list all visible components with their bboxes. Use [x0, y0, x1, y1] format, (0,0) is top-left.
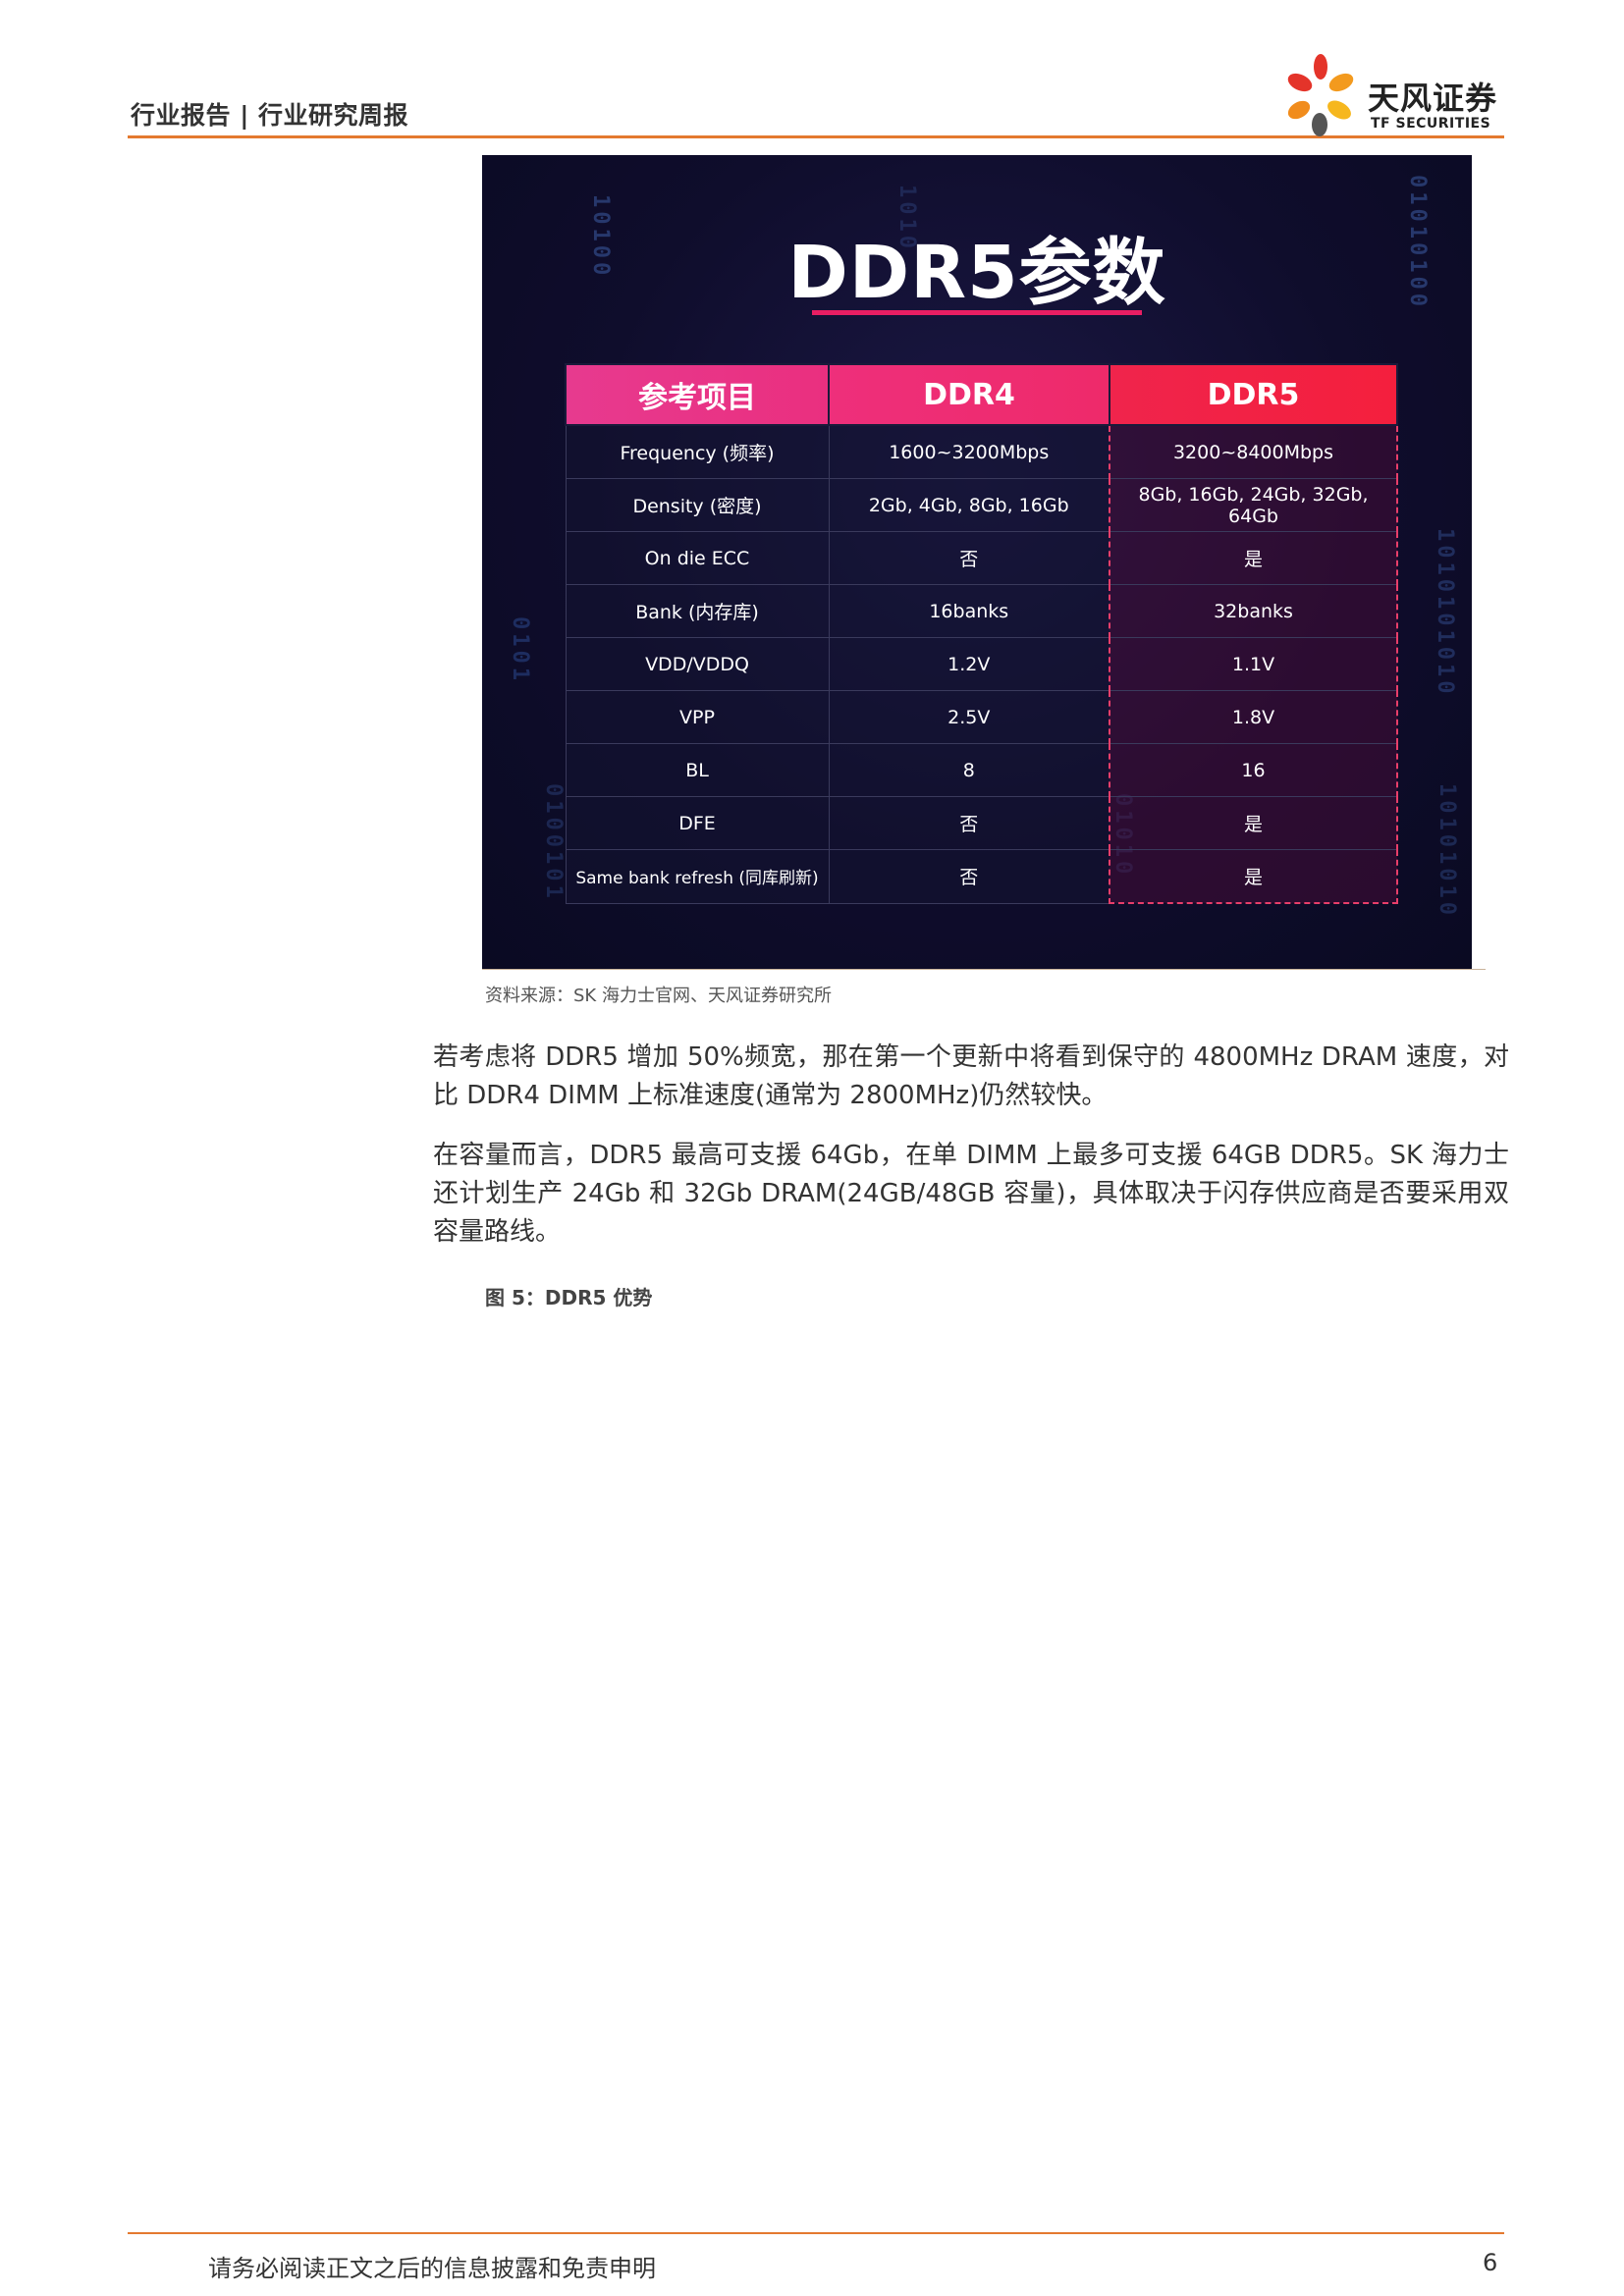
- ddr4-value: 否: [828, 849, 1110, 904]
- ddr5-value: 3200~8400Mbps: [1109, 424, 1398, 479]
- report-header: 行业报告 | 行业研究周报: [131, 101, 409, 130]
- table-row: DFE 否 是: [565, 796, 1398, 850]
- ddr5-value: 是: [1109, 796, 1398, 850]
- body-paragraph-2: 在容量而言，DDR5 最高可支援 64Gb，在单 DIMM 上最多可支援 64G…: [433, 1141, 1509, 1247]
- ddr5-parameters-figure: 10100 0101 01010100 1010101010 1010 0101…: [482, 155, 1472, 970]
- table-row: On die ECC 否 是: [565, 531, 1398, 585]
- page-number: 6: [1483, 2249, 1498, 2276]
- body-paragraph-1: 若考虑将 DDR5 增加 50%频宽，那在第一个更新中将看到保守的 4800MH…: [433, 1042, 1509, 1110]
- table-row: Bank (内存库) 16banks 32banks: [565, 584, 1398, 638]
- table-header-row: 参考项目 DDR4 DDR5: [565, 363, 1398, 426]
- company-logo: 天风证券 TF SECURITIES: [1276, 51, 1512, 139]
- table-row: Frequency (频率) 1600~3200Mbps 3200~8400Mb…: [565, 424, 1398, 479]
- figure-bottom-rule: [482, 969, 1486, 970]
- ddr5-value: 是: [1109, 531, 1398, 585]
- table-row: BL 8 16: [565, 743, 1398, 797]
- footer-disclaimer: 请务必阅读正文之后的信息披露和免责申明: [208, 2255, 656, 2282]
- ddr5-value: 1.8V: [1109, 690, 1398, 744]
- header-ddr4: DDR4: [828, 363, 1110, 426]
- ddr4-value: 2Gb, 4Gb, 8Gb, 16Gb: [828, 478, 1110, 532]
- row-label: BL: [565, 743, 830, 797]
- row-label: Frequency (频率): [565, 424, 830, 479]
- ddr5-value: 1.1V: [1109, 637, 1398, 691]
- logo-english-name: TF SECURITIES: [1371, 116, 1491, 132]
- ddr-comparison-table: 参考项目 DDR4 DDR5 Frequency (频率) 1600~3200M…: [565, 363, 1398, 904]
- row-label: VPP: [565, 690, 830, 744]
- ddr4-value: 16banks: [828, 584, 1110, 638]
- ddr4-value: 8: [828, 743, 1110, 797]
- table-row: Density (密度) 2Gb, 4Gb, 8Gb, 16Gb 8Gb, 16…: [565, 478, 1398, 532]
- figure-title: DDR5参数: [787, 231, 1166, 315]
- header-ddr5: DDR5: [1109, 363, 1398, 426]
- figure-5-caption: 图 5：DDR5 优势: [485, 1286, 653, 1309]
- ddr4-value: 否: [828, 796, 1110, 850]
- ddr4-value: 1600~3200Mbps: [828, 424, 1110, 479]
- flower-logo-icon: [1287, 54, 1354, 136]
- binary-decoration: 0101: [508, 616, 532, 684]
- ddr5-value: 8Gb, 16Gb, 24Gb, 32Gb, 64Gb: [1109, 478, 1398, 532]
- binary-decoration: 0100101: [541, 783, 566, 902]
- row-label: DFE: [565, 796, 830, 850]
- figure-title-underline: [812, 310, 1142, 315]
- footer-divider: [128, 2232, 1504, 2234]
- row-label: On die ECC: [565, 531, 830, 585]
- ddr4-value: 2.5V: [828, 690, 1110, 744]
- table-row: VPP 2.5V 1.8V: [565, 690, 1398, 744]
- figure-source: 资料来源：SK 海力士官网、天风证券研究所: [485, 986, 832, 1006]
- row-label: Same bank refresh (同库刷新): [565, 849, 830, 904]
- table-row: VDD/VDDQ 1.2V 1.1V: [565, 637, 1398, 691]
- binary-decoration: 1010101010: [1433, 528, 1457, 698]
- row-label: Bank (内存库): [565, 584, 830, 638]
- ddr4-value: 否: [828, 531, 1110, 585]
- row-label: VDD/VDDQ: [565, 637, 830, 691]
- ddr5-value: 是: [1109, 849, 1398, 904]
- row-label: Density (密度): [565, 478, 830, 532]
- header-item: 参考项目: [565, 363, 830, 426]
- binary-decoration: 10101010: [1435, 783, 1459, 919]
- ddr4-value: 1.2V: [828, 637, 1110, 691]
- logo-chinese-name: 天风证券: [1368, 80, 1498, 117]
- table-row: Same bank refresh (同库刷新) 否 是: [565, 849, 1398, 904]
- ddr5-value: 16: [1109, 743, 1398, 797]
- ddr5-value: 32banks: [1109, 584, 1398, 638]
